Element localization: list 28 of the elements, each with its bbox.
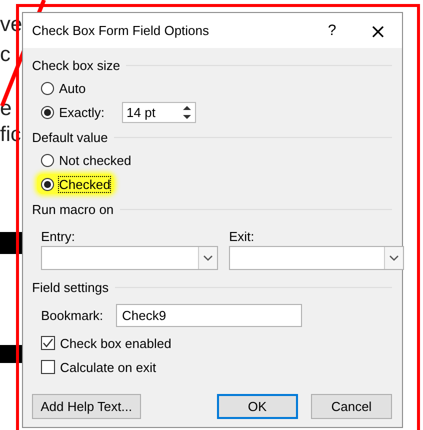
field-label: Entry:: [41, 228, 76, 244]
field-label: Bookmark:: [41, 308, 104, 323]
section-heading: Check box size: [32, 58, 120, 72]
option-label[interactable]: Not checked: [59, 152, 132, 168]
dialog-button[interactable]: OK: [216, 394, 298, 419]
section-heading: Field settings: [32, 280, 109, 294]
radio-button[interactable]: [41, 178, 54, 190]
document-text: c: [0, 44, 10, 65]
dialog-button[interactable]: Cancel: [310, 394, 392, 419]
radio-button[interactable]: [41, 106, 54, 118]
option-label[interactable]: Checked: [59, 176, 110, 192]
close-button[interactable]: ×: [358, 16, 398, 46]
field-label: Exit:: [229, 228, 256, 244]
option-label[interactable]: Auto: [59, 80, 86, 96]
checkbox-label[interactable]: Calculate on exit: [60, 360, 156, 374]
checkbox-label[interactable]: Check box enabled: [60, 336, 172, 350]
radio-button[interactable]: [41, 82, 54, 94]
section-heading: Run macro on: [32, 202, 114, 216]
size-spinbox[interactable]: 14 pt: [122, 102, 196, 122]
checkbox[interactable]: [41, 336, 55, 350]
window-title: Check Box Form Field Options: [32, 23, 210, 38]
bookmark-field[interactable]: Check9: [116, 304, 302, 327]
option-label[interactable]: Exactly:: [59, 104, 105, 120]
radio-button[interactable]: [41, 154, 54, 166]
dialog-button[interactable]: Add Help Text...: [32, 394, 141, 419]
section-heading: Default value: [32, 130, 108, 144]
checkbox[interactable]: [41, 360, 55, 374]
help-button[interactable]: ?: [316, 16, 348, 46]
